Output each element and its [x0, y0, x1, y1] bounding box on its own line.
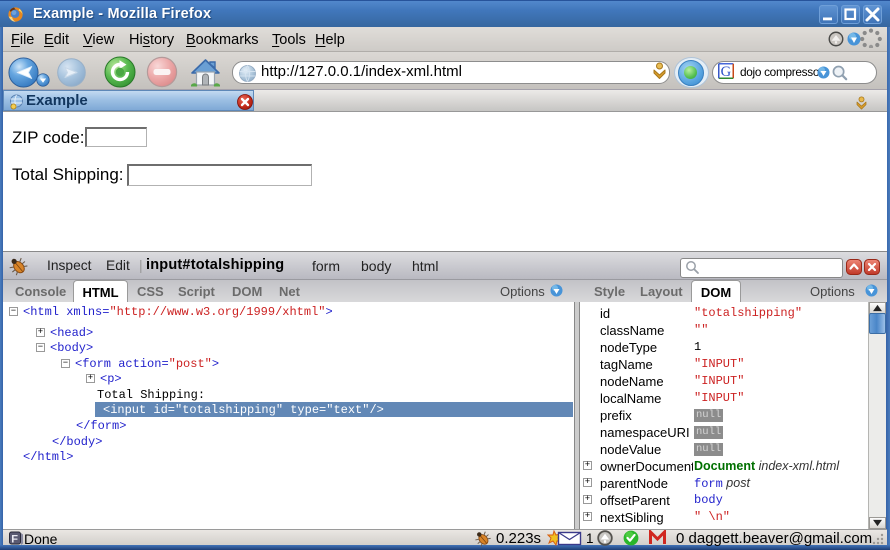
- svg-text:G: G: [721, 64, 732, 79]
- svg-text:F: F: [11, 534, 18, 546]
